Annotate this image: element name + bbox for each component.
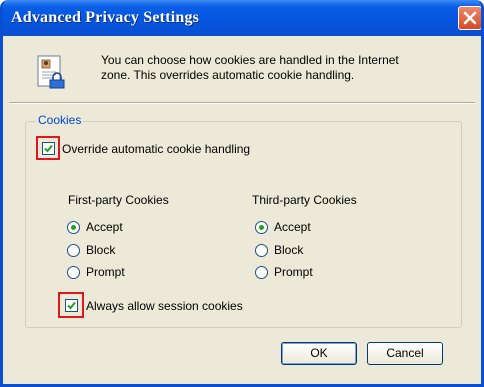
override-checkbox[interactable] [42,142,55,155]
override-label[interactable]: Override automatic cookie handling [62,142,250,156]
first-party-accept-radio[interactable] [67,221,80,234]
third-party-accept-radio[interactable] [255,221,268,234]
separator [9,102,475,104]
cancel-button[interactable]: Cancel [367,342,443,365]
first-party-prompt-radio[interactable] [67,266,80,279]
info-text: You can choose how cookies are handled i… [101,53,461,83]
third-party-prompt-radio[interactable] [255,266,268,279]
third-party-heading: Third-party Cookies [252,193,357,207]
first-party-accept-label[interactable]: Accept [86,220,123,234]
privacy-document-icon [37,55,65,89]
close-button[interactable] [458,6,481,30]
info-line-1: You can choose how cookies are handled i… [101,53,399,67]
first-party-block-label[interactable]: Block [86,243,115,257]
advanced-privacy-settings-dialog: Advanced Privacy Settings You can choose… [0,0,484,387]
third-party-accept-label[interactable]: Accept [274,220,311,234]
third-party-prompt-label[interactable]: Prompt [274,265,313,279]
info-line-2: zone. This overrides automatic cookie ha… [101,68,355,82]
third-party-block-radio[interactable] [255,244,268,257]
title-bar[interactable]: Advanced Privacy Settings [3,0,481,36]
first-party-prompt-label[interactable]: Prompt [86,265,125,279]
first-party-block-radio[interactable] [67,244,80,257]
first-party-heading: First-party Cookies [68,193,169,207]
third-party-block-label[interactable]: Block [274,243,303,257]
ok-button[interactable]: OK [281,342,357,365]
checkmark-icon [67,301,76,310]
checkmark-icon [44,144,53,153]
cookies-group-label: Cookies [36,113,84,127]
session-label[interactable]: Always allow session cookies [86,299,243,313]
dialog-title: Advanced Privacy Settings [11,9,200,26]
close-icon [463,11,477,25]
session-checkbox[interactable] [65,299,78,312]
